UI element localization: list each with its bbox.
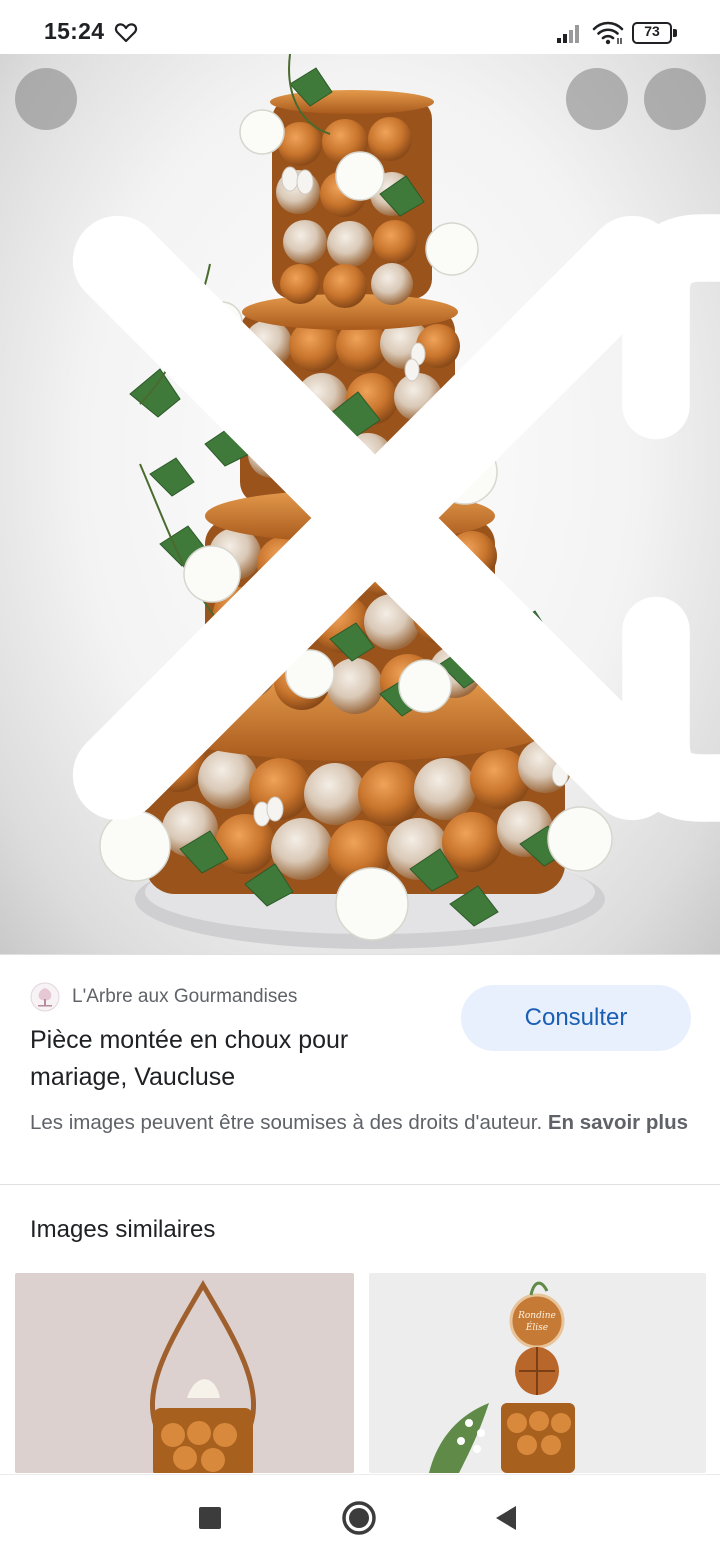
heart-outline-icon (114, 23, 138, 43)
source-name: L'Arbre aux Gourmandises (72, 986, 298, 1007)
status-time: 15:24 (44, 18, 105, 44)
status-bar: 15:24 73 (0, 0, 720, 62)
more-vert-icon (644, 68, 720, 954)
copyright-notice: Les images peuvent être soumises à des d… (30, 1108, 690, 1138)
more-options-button[interactable] (644, 68, 706, 130)
site-favicon-icon (30, 982, 60, 1012)
similar-image-thumbnail[interactable] (15, 1273, 354, 1473)
divider (0, 1184, 720, 1185)
signal-icon (557, 25, 579, 43)
learn-more-link[interactable]: En savoir plus (548, 1111, 688, 1134)
divider (0, 954, 720, 955)
recents-square-icon[interactable] (199, 1507, 221, 1529)
navigation-bar (0, 1474, 720, 1560)
battery-level: 73 (644, 23, 660, 39)
consult-button[interactable]: Consulter (461, 985, 691, 1051)
source-row[interactable]: L'Arbre aux Gourmandises (30, 980, 297, 1014)
svg-text:Élise: Élise (525, 1321, 548, 1333)
close-button[interactable] (15, 68, 678, 821)
copyright-text: Les images peuvent être soumises à des d… (30, 1111, 543, 1134)
lens-button[interactable] (566, 68, 720, 822)
thumbnail-image (149, 1280, 257, 1473)
image-title[interactable]: Pièce montée en choux pour mariage, Vauc… (30, 1022, 450, 1096)
main-image[interactable] (0, 54, 720, 954)
similar-image-thumbnail[interactable]: Rondine Élise (369, 1273, 706, 1473)
wifi-icon (592, 21, 624, 45)
thumbnail-image: Rondine Élise (429, 1281, 575, 1473)
svg-text:Rondine: Rondine (517, 1311, 556, 1321)
home-circle-icon[interactable] (341, 1500, 377, 1536)
similar-images-heading: Images similaires (30, 1216, 216, 1243)
battery-icon: 73 (632, 22, 678, 44)
back-triangle-icon[interactable] (494, 1505, 518, 1531)
